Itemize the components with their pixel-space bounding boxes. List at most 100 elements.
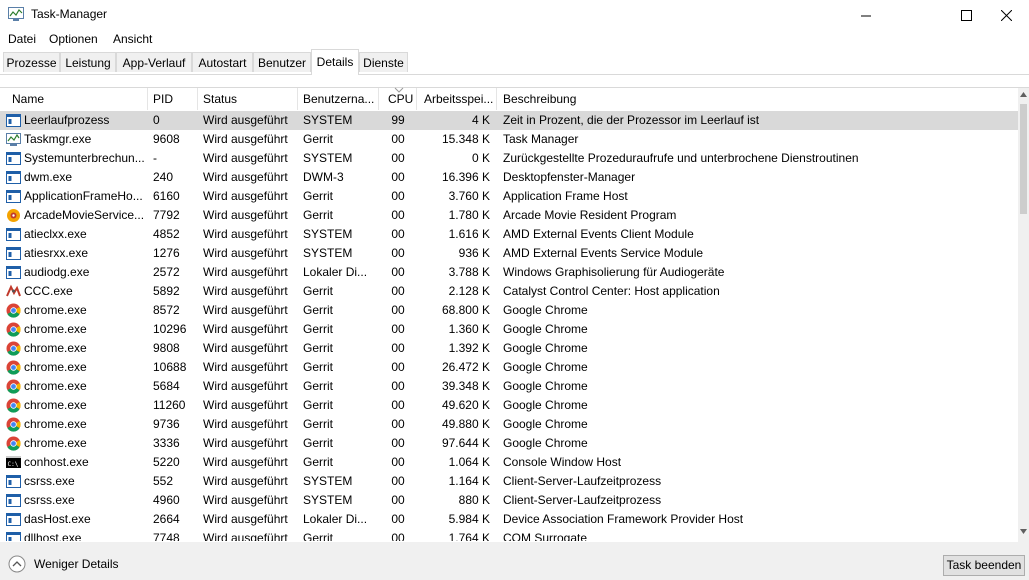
cell-name: audiodg.exe <box>24 265 90 279</box>
table-row[interactable]: Leerlaufprozess 0 Wird ausgeführt SYSTEM 99 4… <box>0 111 1018 130</box>
chrome-icon <box>6 322 21 337</box>
cell-status: Wird ausgeführt <box>203 512 288 526</box>
menu-ansicht[interactable]: Ansicht <box>113 32 152 46</box>
end-task-button[interactable]: Task beenden <box>943 555 1025 576</box>
table-row[interactable]: chrome.exe 10296 Wird ausgeführt Gerrit 00 1.… <box>0 320 1018 339</box>
cell-mem: 1.360 K <box>448 322 490 336</box>
close-button[interactable] <box>983 0 1029 30</box>
cell-mem: 68.800 K <box>441 303 490 317</box>
cell-user: SYSTEM <box>303 113 353 127</box>
tab-benutzer[interactable]: Benutzer <box>253 52 311 72</box>
task-manager-icon <box>8 7 24 21</box>
cell-desc: Client-Server-Laufzeitprozess <box>503 474 662 488</box>
table-row[interactable]: csrss.exe 4960 Wird ausgeführt SYSTEM 00 880 … <box>0 491 1018 510</box>
table-row[interactable]: dwm.exe 240 Wird ausgeführt DWM-3 00 16.396 K… <box>0 168 1018 187</box>
cell-user: SYSTEM <box>303 227 353 241</box>
cell-mem: 26.472 K <box>441 360 490 374</box>
column-memory[interactable]: Arbeitsspei... <box>424 92 493 106</box>
vertical-scrollbar[interactable] <box>1018 88 1029 542</box>
cell-name: chrome.exe <box>24 417 87 431</box>
window-icon <box>6 475 21 488</box>
menu-datei[interactable]: Datei <box>8 32 36 46</box>
cell-cpu: 00 <box>391 360 405 374</box>
column-description[interactable]: Beschreibung <box>503 92 576 106</box>
table-row[interactable]: chrome.exe 3336 Wird ausgeführt Gerrit 00 97.… <box>0 434 1018 453</box>
table-row[interactable]: ArcadeMovieService.... 7792 Wird ausgeführ… <box>0 206 1018 225</box>
column-pid[interactable]: PID <box>153 92 173 106</box>
column-name[interactable]: Name <box>12 92 44 106</box>
tab-autostart[interactable]: Autostart <box>192 52 253 72</box>
table-row[interactable]: atiesrxx.exe 1276 Wird ausgeführt SYSTEM 00 9… <box>0 244 1018 263</box>
cell-user: Gerrit <box>303 208 333 222</box>
table-row[interactable]: chrome.exe 9808 Wird ausgeführt Gerrit 00 1.3… <box>0 339 1018 358</box>
table-row[interactable]: ApplicationFrameHo... 6160 Wird ausgeführt… <box>0 187 1018 206</box>
table-row[interactable]: Taskmgr.exe 9608 Wird ausgeführt Gerrit 00 15… <box>0 130 1018 149</box>
tab-details[interactable]: Details <box>311 49 359 75</box>
table-row[interactable]: chrome.exe 11260 Wird ausgeführt Gerrit 00 49… <box>0 396 1018 415</box>
cell-status: Wird ausgeführt <box>203 284 288 298</box>
cell-status: Wird ausgeführt <box>203 265 288 279</box>
cell-pid: 3336 <box>153 436 180 450</box>
cell-name: CCC.exe <box>24 284 73 298</box>
table-row[interactable]: atieclxx.exe 4852 Wird ausgeführt SYSTEM 00 1… <box>0 225 1018 244</box>
table-row[interactable]: dllhost.exe 7748 Wird ausgeführt Gerrit 00 1.… <box>0 529 1018 541</box>
scroll-up-icon[interactable] <box>1020 92 1027 97</box>
cell-name: dllhost.exe <box>24 531 82 541</box>
cell-desc: Zeit in Prozent, die der Prozessor im Le… <box>503 113 760 127</box>
chrome-icon <box>6 436 21 451</box>
table-row[interactable]: CCC.exe 5892 Wird ausgeführt Gerrit 00 2.128 … <box>0 282 1018 301</box>
cell-desc: COM Surrogate <box>503 531 588 541</box>
cell-user: SYSTEM <box>303 246 353 260</box>
cell-mem: 39.348 K <box>441 379 490 393</box>
cell-desc: Google Chrome <box>503 436 588 450</box>
scrollbar-thumb[interactable] <box>1020 104 1027 214</box>
cell-pid: 6160 <box>153 189 180 203</box>
column-user[interactable]: Benutzerna... <box>303 92 374 106</box>
cell-status: Wird ausgeführt <box>203 132 288 146</box>
cell-user: Gerrit <box>303 341 333 355</box>
table-row[interactable]: chrome.exe 8572 Wird ausgeführt Gerrit 00 68.… <box>0 301 1018 320</box>
cell-status: Wird ausgeführt <box>203 303 288 317</box>
cell-desc: Arcade Movie Resident Program <box>503 208 677 222</box>
cell-status: Wird ausgeführt <box>203 227 288 241</box>
chrome-icon <box>6 303 21 318</box>
cell-desc: Google Chrome <box>503 322 588 336</box>
cell-cpu: 00 <box>391 303 405 317</box>
tab-leistung[interactable]: Leistung <box>60 52 116 72</box>
table-row[interactable]: Systemunterbrechun... - Wird ausgeführt SYS… <box>0 149 1018 168</box>
cell-status: Wird ausgeführt <box>203 208 288 222</box>
chrome-icon <box>6 398 21 413</box>
cell-desc: Console Window Host <box>503 455 622 469</box>
cell-desc: Catalyst Control Center: Host applicatio… <box>503 284 720 298</box>
cell-pid: 8572 <box>153 303 180 317</box>
cell-mem: 1.616 K <box>448 227 490 241</box>
table-row[interactable]: audiodg.exe 2572 Wird ausgeführt Lokaler Di… <box>0 263 1018 282</box>
column-status[interactable]: Status <box>203 92 237 106</box>
table-row[interactable]: chrome.exe 5684 Wird ausgeführt Gerrit 00 39.… <box>0 377 1018 396</box>
cell-mem: 1.780 K <box>448 208 490 222</box>
cell-desc: Google Chrome <box>503 341 588 355</box>
cell-pid: 552 <box>153 474 174 488</box>
minimize-button[interactable] <box>843 0 889 30</box>
cell-status: Wird ausgeführt <box>203 379 288 393</box>
tab-dienste[interactable]: Dienste <box>359 52 408 72</box>
column-cpu[interactable]: CPU <box>388 92 413 106</box>
table-row[interactable]: chrome.exe 9736 Wird ausgeführt Gerrit 00 49.… <box>0 415 1018 434</box>
table-row[interactable]: dasHost.exe 2664 Wird ausgeführt Lokaler Di… <box>0 510 1018 529</box>
table-row[interactable]: C:\ conhost.exe 5220 Wird ausgeführt Gerrit 0… <box>0 453 1018 472</box>
window-icon <box>6 532 21 541</box>
cell-cpu: 00 <box>391 455 405 469</box>
tab-app-verlauf[interactable]: App-Verlauf <box>116 52 192 72</box>
cell-cpu: 00 <box>391 265 405 279</box>
cell-user: Gerrit <box>303 379 333 393</box>
table-row[interactable]: chrome.exe 10688 Wird ausgeführt Gerrit 00 26… <box>0 358 1018 377</box>
less-details-button[interactable]: Weniger Details <box>8 555 118 573</box>
menu-optionen[interactable]: Optionen <box>49 32 98 46</box>
cell-name: chrome.exe <box>24 322 87 336</box>
table-row[interactable]: csrss.exe 552 Wird ausgeführt SYSTEM 00 1.164… <box>0 472 1018 491</box>
cell-name: Systemunterbrechun... <box>24 151 144 165</box>
tab-prozesse[interactable]: Prozesse <box>3 52 60 72</box>
tab-bar: Prozesse Leistung App-Verlauf Autostart … <box>0 49 1029 75</box>
scroll-down-icon[interactable] <box>1020 529 1027 534</box>
cell-name: atiesrxx.exe <box>24 246 89 260</box>
